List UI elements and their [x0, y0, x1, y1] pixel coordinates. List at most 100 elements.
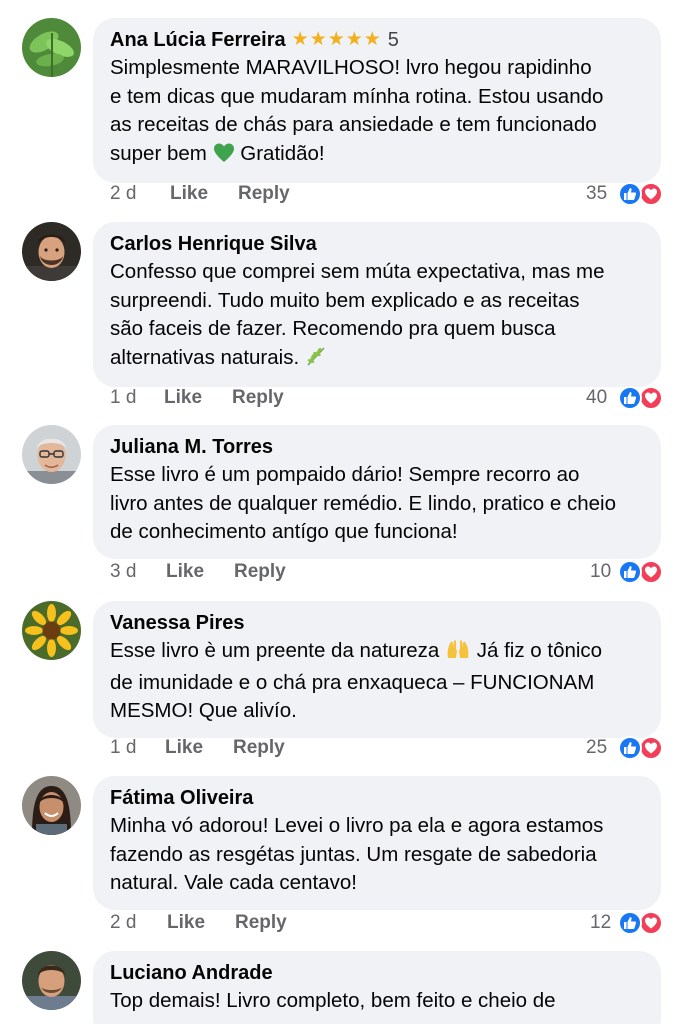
- comment-line: super bem Gratidão!: [110, 140, 645, 172]
- reply-button[interactable]: Reply: [235, 910, 287, 936]
- like-reaction-icon: [618, 911, 642, 935]
- comment-author[interactable]: Vanessa Pires: [110, 610, 645, 636]
- like-button[interactable]: Like: [167, 910, 205, 936]
- comment-time[interactable]: 3 d: [110, 559, 136, 585]
- sunflower-avatar-icon: [22, 601, 81, 660]
- comment-time[interactable]: 1 d: [110, 735, 136, 761]
- reaction-count[interactable]: 25: [586, 735, 607, 761]
- reply-button[interactable]: Reply: [234, 559, 286, 585]
- comment-text: Confesso que comprei sem múta expectativ…: [110, 258, 645, 375]
- reply-button[interactable]: Reply: [233, 735, 285, 761]
- man-young-avatar-icon: [22, 951, 81, 1010]
- man-beard-avatar-icon: [22, 222, 81, 281]
- comment-actions: 2 d Like Reply 12: [110, 910, 664, 936]
- comment-text: Esse livro è um preente da natureza Já f…: [110, 637, 645, 726]
- love-reaction-icon: [639, 386, 663, 410]
- like-button[interactable]: Like: [165, 735, 203, 761]
- comment-author[interactable]: Fátima Oliveira: [110, 785, 645, 811]
- reply-button[interactable]: Reply: [232, 385, 284, 411]
- green-heart-icon: [213, 143, 235, 172]
- comment-bubble: Juliana M. Torres Esse livro é um pompai…: [93, 425, 661, 559]
- comment-bubble: Fátima Oliveira Minha vó adorou! Levei o…: [93, 776, 661, 910]
- comment-line: Esse livro è um preente da natureza Já f…: [110, 637, 645, 669]
- comment-time[interactable]: 2 d: [110, 181, 136, 207]
- like-reaction-icon: [618, 182, 642, 206]
- love-reaction-icon: [639, 560, 663, 584]
- reaction-count[interactable]: 35: [586, 181, 607, 207]
- like-reaction-icon: [618, 736, 642, 760]
- author-name[interactable]: Juliana M. Torres: [110, 434, 273, 460]
- reactions[interactable]: [618, 182, 664, 206]
- like-button[interactable]: Like: [170, 181, 208, 207]
- reactions[interactable]: [618, 736, 664, 760]
- like-button[interactable]: Like: [166, 559, 204, 585]
- comment-author[interactable]: Carlos Henrique Silva: [110, 231, 645, 257]
- comment-line: Top demais! Livro completo, bem feito e …: [110, 989, 556, 1012]
- comment-line: de conhecimento antígo que funciona!: [110, 520, 458, 543]
- reaction-count[interactable]: 12: [590, 910, 611, 936]
- comment-author[interactable]: Ana Lúcia Ferreira ★★★★★ 5: [110, 27, 645, 53]
- line-text: super bem: [110, 141, 207, 165]
- avatar[interactable]: [22, 222, 81, 281]
- comment-line: MESMO! Que alivío.: [110, 699, 297, 722]
- line-text: Gratidão!: [240, 141, 325, 165]
- plant-leaf-avatar-icon: [22, 18, 81, 77]
- comment-bubble: Ana Lúcia Ferreira ★★★★★ 5 Simplesmente …: [93, 18, 661, 183]
- comment-line: as receitas de chás para ansiedade e tem…: [110, 113, 597, 136]
- herb-icon: [305, 345, 327, 376]
- comment-line: Confesso que comprei sem múta expectativ…: [110, 260, 605, 283]
- woman-smiling-avatar-icon: [22, 776, 81, 835]
- reply-button[interactable]: Reply: [238, 181, 290, 207]
- comment-line: Esse livro é um pompaido dário! Sempre r…: [110, 463, 580, 486]
- author-name[interactable]: Luciano Andrade: [110, 960, 273, 986]
- comment-time[interactable]: 2 d: [110, 910, 136, 936]
- reactions[interactable]: [618, 386, 664, 410]
- comment-text: Simplesmente MARAVILHOSO! lvro hegou rap…: [110, 54, 645, 171]
- raised-hands-icon: [445, 638, 471, 669]
- reaction-count[interactable]: 40: [586, 385, 607, 411]
- comment-line: livro antes de qualquer remédio. E lindo…: [110, 491, 616, 515]
- comment-line: são faceis de fazer. Recomendo pra quem …: [110, 317, 556, 340]
- avatar[interactable]: [22, 951, 81, 1010]
- comment-actions: 3 d Like Reply 10: [110, 559, 664, 585]
- like-button[interactable]: Like: [164, 385, 202, 411]
- comment-line: natural. Vale cada centavo!: [110, 871, 357, 894]
- author-name[interactable]: Ana Lúcia Ferreira: [110, 27, 286, 53]
- avatar[interactable]: [22, 18, 81, 77]
- author-name[interactable]: Vanessa Pires: [110, 610, 245, 636]
- comment-bubble: Vanessa Pires Esse livro è um preente da…: [93, 601, 661, 738]
- rating-value: 5: [387, 29, 399, 51]
- avatar[interactable]: [22, 776, 81, 835]
- comment-author[interactable]: Juliana M. Torres: [110, 434, 645, 460]
- reactions[interactable]: [618, 911, 664, 935]
- avatar[interactable]: [22, 601, 81, 660]
- love-reaction-icon: [639, 182, 663, 206]
- comment-author[interactable]: Luciano Andrade: [110, 960, 645, 986]
- comment-line: alternativas naturais.: [110, 344, 645, 376]
- line-text: Esse livro è um preente da natureza: [110, 639, 440, 662]
- comment-text: Top demais! Livro completo, bem feito e …: [110, 987, 645, 1016]
- comment-bubble: Carlos Henrique Silva Confesso que compr…: [93, 222, 661, 387]
- comment-text: Esse livro é um pompaido dário! Sempre r…: [110, 461, 645, 547]
- comment-line: surpreendi. Tudo muito bem explicado e a…: [110, 288, 580, 312]
- comment-actions: 2 d Like Reply 35: [110, 181, 664, 207]
- comment-line: fazendo as resgétas juntas. Um resgate d…: [110, 842, 597, 866]
- comment-line: Minha vó adorou! Levei o livro pa ela e …: [110, 814, 604, 837]
- comment-bubble: Luciano Andrade Top demais! Livro comple…: [93, 951, 661, 1024]
- like-reaction-icon: [618, 386, 642, 410]
- comment-line: de imunidade e o chá pra enxaqueca – FUN…: [110, 670, 595, 694]
- love-reaction-icon: [639, 911, 663, 935]
- author-name[interactable]: Fátima Oliveira: [110, 785, 253, 811]
- author-name[interactable]: Carlos Henrique Silva: [110, 231, 317, 257]
- comment-text: Minha vó adorou! Levei o livro pa ela e …: [110, 812, 645, 898]
- comment-actions: 1 d Like Reply 25: [110, 735, 664, 761]
- line-text: alternativas naturais.: [110, 345, 300, 369]
- reaction-count[interactable]: 10: [590, 559, 611, 585]
- comment-line: e tem dicas que mudaram mínha rotina. Es…: [110, 84, 604, 108]
- star-rating-icon: ★★★★★: [291, 29, 382, 50]
- comment-line: Simplesmente MARAVILHOSO! lvro hegou rap…: [110, 56, 592, 79]
- comment-time[interactable]: 1 d: [110, 385, 136, 411]
- like-reaction-icon: [618, 560, 642, 584]
- reactions[interactable]: [618, 560, 664, 584]
- avatar[interactable]: [22, 425, 81, 484]
